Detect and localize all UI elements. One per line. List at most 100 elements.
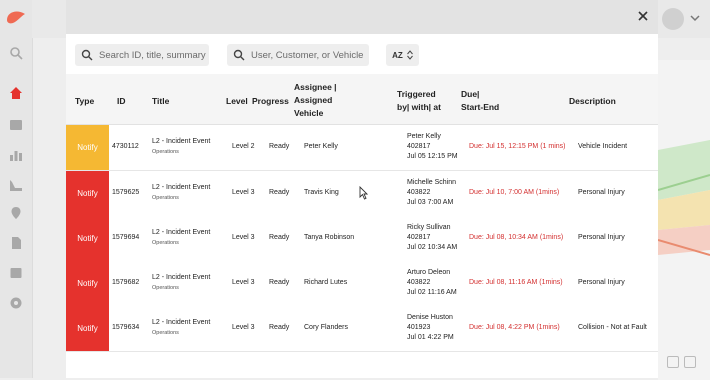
trig-number: 401923 <box>407 324 431 331</box>
trig-number: 403822 <box>407 279 431 286</box>
bar-chart-icon[interactable] <box>9 148 23 162</box>
trig-time: Jul 01 4:22 PM <box>407 334 454 341</box>
header-due[interactable]: Due| Start-End <box>461 88 499 114</box>
type-badge[interactable]: Notify <box>66 125 109 170</box>
header-assignee-line1: Assignee | <box>294 82 337 92</box>
media-icon[interactable] <box>9 266 23 280</box>
row-assignee: Travis King <box>304 189 339 196</box>
chevron-down-icon[interactable] <box>690 14 700 22</box>
row-title-text: L2 - Incident Event <box>152 229 211 236</box>
row-progress: Ready <box>269 324 290 331</box>
type-badge[interactable]: Notify <box>66 306 109 351</box>
trend-icon[interactable] <box>9 178 23 192</box>
row-progress: Ready <box>269 143 290 150</box>
header-id[interactable]: ID <box>117 95 126 108</box>
mouse-cursor-icon <box>359 186 368 200</box>
modal-header <box>66 0 658 34</box>
trig-time: Jul 02 11:16 AM <box>407 289 457 296</box>
row-progress: Ready <box>269 279 290 286</box>
row-title: L2 - Incident Event Operations <box>152 273 210 293</box>
row-description: Personal Injury <box>578 234 625 241</box>
row-due: Due: Jul 08, 4:22 PM (1mins) <box>469 324 560 331</box>
grid-icon[interactable] <box>684 356 696 368</box>
close-icon[interactable] <box>636 9 650 23</box>
row-title-text: L2 - Incident Event <box>152 319 211 326</box>
row-assignee: Tanya Robinson <box>304 234 355 241</box>
row-subtitle: Operations <box>152 149 179 155</box>
home-icon[interactable] <box>9 86 23 100</box>
row-id: 1579634 <box>112 324 140 331</box>
row-subtitle: Operations <box>152 240 179 246</box>
row-description: Vehicle Incident <box>578 143 628 150</box>
row-triggered: Denise Huston 401923 Jul 01 4:22 PM <box>407 313 454 343</box>
row-due: Due: Jul 08, 10:34 AM (1mins) <box>469 234 564 241</box>
trig-name: Michelle Schinn <box>407 179 457 186</box>
header-type[interactable]: Type <box>75 95 94 108</box>
row-title-text: L2 - Incident Event <box>152 274 211 281</box>
row-level: Level 3 <box>232 234 255 241</box>
inbox-icon[interactable] <box>9 118 23 132</box>
user-search-box[interactable] <box>227 44 369 66</box>
row-title: L2 - Incident Event Operations <box>152 137 210 157</box>
header-progress[interactable]: Progress <box>252 95 289 108</box>
row-level: Level 3 <box>232 189 255 196</box>
row-description: Personal Injury <box>578 189 625 196</box>
sort-button[interactable]: AZ <box>386 44 419 66</box>
header-assignee-line2: Assigned <box>294 95 333 105</box>
table-row[interactable]: Notify 1579634 L2 - Incident Event Operat… <box>66 306 658 352</box>
row-id: 1579694 <box>112 234 140 241</box>
trig-time: Jul 02 10:34 AM <box>407 244 458 251</box>
user-search-input[interactable] <box>251 49 369 61</box>
row-triggered: Peter Kelly 402817 Jul 05 12:15 PM <box>407 132 458 162</box>
trig-number: 402817 <box>407 143 431 150</box>
filter-bar: AZ <box>66 34 658 74</box>
row-subtitle: Operations <box>152 330 179 336</box>
row-assignee: Peter Kelly <box>304 143 338 150</box>
sort-label: AZ <box>392 50 403 60</box>
row-subtitle: Operations <box>152 285 179 291</box>
row-progress: Ready <box>269 234 290 241</box>
table-row[interactable]: Notify 1579682 L2 - Incident Event Operat… <box>66 261 658 307</box>
row-triggered: Michelle Schinn 403822 Jul 03 7:00 AM <box>407 178 456 208</box>
sort-arrows-icon <box>406 50 413 60</box>
app-logo-icon[interactable] <box>5 8 27 26</box>
row-title: L2 - Incident Event Operations <box>152 318 210 338</box>
document-icon[interactable] <box>9 236 23 250</box>
type-badge[interactable]: Notify <box>66 216 109 261</box>
trig-number: 402817 <box>407 234 431 241</box>
table-header: Type ID Title Level Progress Assignee | … <box>66 74 658 125</box>
row-description: Personal Injury <box>578 279 625 286</box>
search-icon[interactable] <box>9 46 23 60</box>
table-row[interactable]: Notify 4730112 L2 - Incident Event Operat… <box>66 125 658 171</box>
id-search-box[interactable] <box>75 44 209 66</box>
header-level[interactable]: Level <box>226 95 248 108</box>
header-description[interactable]: Description <box>569 95 616 108</box>
header-triggered[interactable]: Triggered by| with| at <box>397 88 441 114</box>
row-title-text: L2 - Incident Event <box>152 138 211 145</box>
header-title[interactable]: Title <box>152 95 169 108</box>
background-chart <box>658 130 710 270</box>
row-due: Due: Jul 15, 12:15 PM (1 mins) <box>469 143 566 150</box>
type-badge[interactable]: Notify <box>66 171 109 216</box>
row-level: Level 3 <box>232 324 255 331</box>
header-due-line1: Due| <box>461 89 480 99</box>
header-assignee-line3: Vehicle <box>294 108 324 118</box>
trig-name: Denise Huston <box>407 314 453 321</box>
table-row[interactable]: Notify 1579694 L2 - Incident Event Operat… <box>66 216 658 262</box>
row-subtitle: Operations <box>152 195 179 201</box>
calendar-icon[interactable] <box>667 356 679 368</box>
row-id: 1579625 <box>112 189 140 196</box>
avatar[interactable] <box>662 8 684 30</box>
header-assignee[interactable]: Assignee | Assigned Vehicle <box>294 81 337 120</box>
header-triggered-line2: by| with| at <box>397 102 441 112</box>
row-due: Due: Jul 10, 7:00 AM (1mins) <box>469 189 560 196</box>
search-icon <box>233 49 245 61</box>
type-badge[interactable]: Notify <box>66 261 109 306</box>
row-id: 4730112 <box>112 143 139 150</box>
trig-number: 403822 <box>407 189 431 196</box>
location-pin-icon[interactable] <box>9 206 23 220</box>
settings-icon[interactable] <box>9 296 23 310</box>
row-level: Level 2 <box>232 143 255 150</box>
id-search-input[interactable] <box>99 49 209 61</box>
row-assignee: Cory Flanders <box>304 324 348 331</box>
